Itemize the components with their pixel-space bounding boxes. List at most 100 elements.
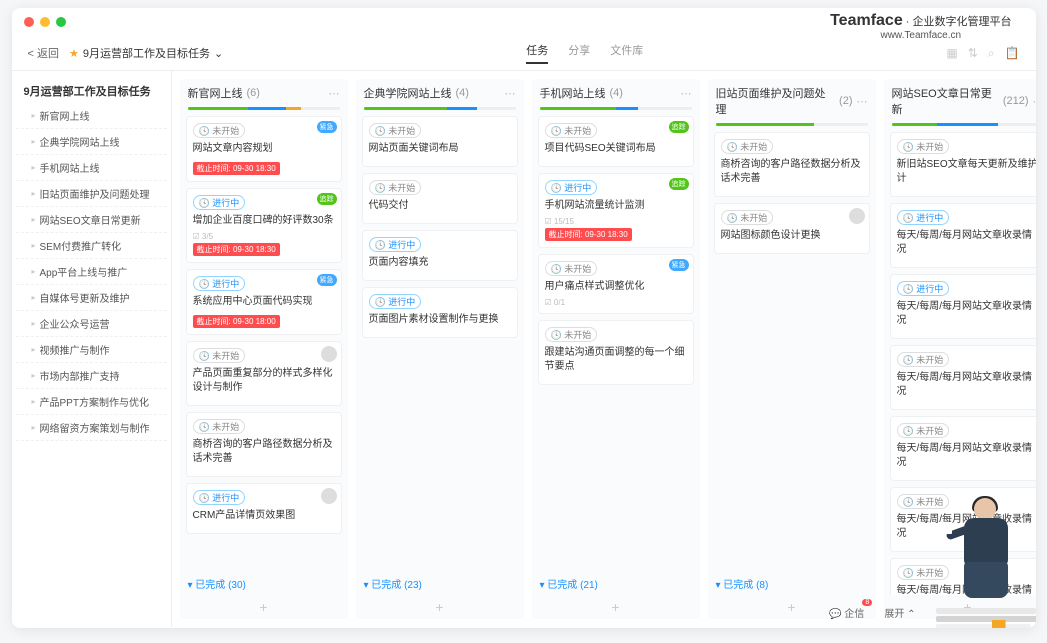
brand: Teamface · 企业数字化管理平台 www.Teamface.cn: [830, 12, 1011, 41]
deadline-badge: 截止时间: 09-30 18:30: [545, 228, 632, 241]
done-toggle[interactable]: ▾ 已完成 (21): [532, 572, 700, 595]
done-toggle[interactable]: ▾ 已完成 (30): [180, 572, 348, 595]
column-title: 企典学院网站上线: [364, 85, 452, 101]
tabs: 任务 分享 文件库: [526, 42, 643, 64]
column-more-icon[interactable]: ⋯: [857, 95, 868, 108]
column-count: (4): [456, 87, 469, 99]
sidebar-item[interactable]: 企典学院网站上线: [16, 129, 167, 155]
sidebar-item[interactable]: 网站SEO文章日常更新: [16, 207, 167, 233]
card-title: 产品页面重复部分的样式多样化设计与制作: [193, 367, 335, 395]
column-progress: [892, 123, 1036, 126]
task-card[interactable]: 🕓 进行中每天/每周/每月网站文章收录情况: [890, 203, 1036, 268]
status-badge: 🕓 未开始: [897, 494, 950, 509]
sidebar-item[interactable]: 市场内部推广支持: [16, 363, 167, 389]
task-card[interactable]: 🕓 未开始网站页面关键词布局: [362, 116, 518, 167]
task-card[interactable]: 🕓 进行中追踪手机网站流量统计监测☑ 15/15截止时间: 09-30 18:3…: [538, 173, 694, 248]
task-card[interactable]: 🕓 未开始代码交付: [362, 173, 518, 224]
board-column: 新官网上线 (6)⋯🕓 未开始紧急网站文章内容规划截止时间: 09-30 18:…: [180, 79, 348, 619]
task-card[interactable]: 🕓 未开始每天/每周/每月网站文章收录情况: [890, 487, 1036, 552]
task-card[interactable]: 🕓 未开始紧急网站文章内容规划截止时间: 09-30 18:30: [186, 116, 342, 182]
task-card[interactable]: 🕓 进行中页面图片素材设置制作与更换: [362, 287, 518, 338]
column-more-icon[interactable]: ⋯: [1033, 95, 1036, 108]
tab-tasks[interactable]: 任务: [526, 42, 548, 64]
status-badge: 🕓 未开始: [545, 327, 598, 342]
column-progress: [540, 107, 692, 110]
back-button[interactable]: < 返回: [28, 45, 59, 61]
column-more-icon[interactable]: ⋯: [505, 87, 516, 100]
task-card[interactable]: 🕓 未开始追踪项目代码SEO关键词布局: [538, 116, 694, 167]
task-card[interactable]: 🕓 未开始跟建站沟通页面调整的每一个细节要点: [538, 320, 694, 385]
status-badge: 🕓 未开始: [193, 123, 246, 138]
task-card[interactable]: 🕓 未开始商桥咨询的客户路径数据分析及话术完善: [714, 132, 870, 197]
sidebar-item[interactable]: 自媒体号更新及维护: [16, 285, 167, 311]
board-column: 手机网站上线 (4)⋯🕓 未开始追踪项目代码SEO关键词布局🕓 进行中追踪手机网…: [532, 79, 700, 619]
task-card[interactable]: 🕓 未开始网站图标颜色设计更换: [714, 203, 870, 254]
notify-button[interactable]: 💬 企信: [829, 605, 864, 620]
task-card[interactable]: 🕓 未开始商桥咨询的客户路径数据分析及话术完善: [186, 412, 342, 477]
add-card-button[interactable]: +: [356, 595, 524, 619]
priority-tag: 追踪: [317, 193, 337, 205]
task-card[interactable]: 🕓 未开始产品页面重复部分的样式多样化设计与制作: [186, 341, 342, 406]
max-dot[interactable]: [56, 17, 66, 27]
column-count: (6): [247, 87, 260, 99]
status-badge: 🕓 进行中: [193, 490, 246, 505]
task-card[interactable]: 🕓 进行中追踪增加企业百度口碑的好评数30条☑ 3/5截止时间: 09-30 1…: [186, 188, 342, 263]
star-icon: ★: [69, 47, 79, 60]
column-more-icon[interactable]: ⋯: [329, 87, 340, 100]
breadcrumb[interactable]: ★ 9月运营部工作及目标任务 ⌄: [69, 45, 223, 61]
task-card[interactable]: 🕓 未开始每天/每周/每月网站文章收录情况: [890, 558, 1036, 595]
card-title: CRM产品详情页效果图: [193, 509, 335, 523]
status-badge: 🕓 未开始: [721, 210, 774, 225]
sidebar-item[interactable]: 视频推广与制作: [16, 337, 167, 363]
card-title: 增加企业百度口碑的好评数30条: [193, 214, 335, 228]
close-dot[interactable]: [24, 17, 34, 27]
column-more-icon[interactable]: ⋯: [681, 87, 692, 100]
avatar: [321, 346, 337, 362]
tab-share[interactable]: 分享: [568, 42, 590, 64]
grid-icon[interactable]: ▦: [946, 46, 957, 61]
status-badge: 🕓 未开始: [193, 348, 246, 363]
sidebar-item[interactable]: 网络留资方案策划与制作: [16, 415, 167, 441]
toolbar-icons: ▦ ⇅ ⌕ 📋: [946, 46, 1019, 61]
clipboard-icon[interactable]: 📋: [1005, 46, 1020, 61]
done-toggle[interactable]: ▾ 已完成 (8): [708, 572, 876, 595]
search-icon[interactable]: ⌕: [988, 46, 995, 61]
column-title: 旧站页面维护及问题处理: [716, 85, 836, 117]
sidebar-item[interactable]: App平台上线与推广: [16, 259, 167, 285]
card-title: 系统应用中心页面代码实现: [193, 295, 335, 309]
min-dot[interactable]: [40, 17, 50, 27]
task-card[interactable]: 🕓 进行中每天/每周/每月网站文章收录情况: [890, 274, 1036, 339]
sidebar-item[interactable]: 产品PPT方案制作与优化: [16, 389, 167, 415]
card-title: 商桥咨询的客户路径数据分析及话术完善: [721, 158, 863, 186]
tab-files[interactable]: 文件库: [610, 42, 643, 64]
sidebar-item[interactable]: 企业公众号运营: [16, 311, 167, 337]
sidebar-item[interactable]: 旧站页面维护及问题处理: [16, 181, 167, 207]
task-card[interactable]: 🕓 进行中页面内容填充: [362, 230, 518, 281]
task-card[interactable]: 🕓 未开始每天/每周/每月网站文章收录情况: [890, 345, 1036, 410]
expand-button[interactable]: 展开 ⌃: [884, 605, 915, 620]
done-toggle[interactable]: ▾ 已完成 (23): [356, 572, 524, 595]
sidebar-item[interactable]: 新官网上线: [16, 103, 167, 129]
status-badge: 🕓 未开始: [897, 565, 950, 580]
task-card[interactable]: 🕓 进行中紧急系统应用中心页面代码实现截止时间: 09-30 18:00: [186, 269, 342, 335]
card-title: 手机网站流量统计监测: [545, 199, 687, 213]
status-badge: 🕓 未开始: [369, 123, 422, 138]
priority-tag: 紧急: [669, 259, 689, 271]
sidebar-item[interactable]: SEM付费推广转化: [16, 233, 167, 259]
filter-icon[interactable]: ⇅: [968, 46, 978, 61]
task-card[interactable]: 🕓 未开始每天/每周/每月网站文章收录情况: [890, 416, 1036, 481]
sidebar-item[interactable]: 手机网站上线: [16, 155, 167, 181]
status-badge: 🕓 进行中: [193, 195, 246, 210]
task-card[interactable]: 🕓 进行中 CRM产品详情页效果图: [186, 483, 342, 534]
add-card-button[interactable]: +: [532, 595, 700, 619]
card-meta: ☑ 0/1: [545, 298, 687, 307]
kanban-board: 新官网上线 (6)⋯🕓 未开始紧急网站文章内容规划截止时间: 09-30 18:…: [172, 71, 1036, 627]
card-title: 用户痛点样式调整优化: [545, 280, 687, 294]
task-card[interactable]: 🕓 未开始新旧站SEO文章每天更新及维护计: [890, 132, 1036, 197]
column-progress: [188, 107, 340, 110]
card-title: 每天/每周/每月网站文章收录情况: [897, 442, 1036, 470]
add-card-button[interactable]: +: [180, 595, 348, 619]
status-badge: 🕓 未开始: [193, 419, 246, 434]
board-column: 旧站页面维护及问题处理 (2)⋯🕓 未开始商桥咨询的客户路径数据分析及话术完善🕓…: [708, 79, 876, 619]
task-card[interactable]: 🕓 未开始紧急用户痛点样式调整优化☑ 0/1: [538, 254, 694, 314]
